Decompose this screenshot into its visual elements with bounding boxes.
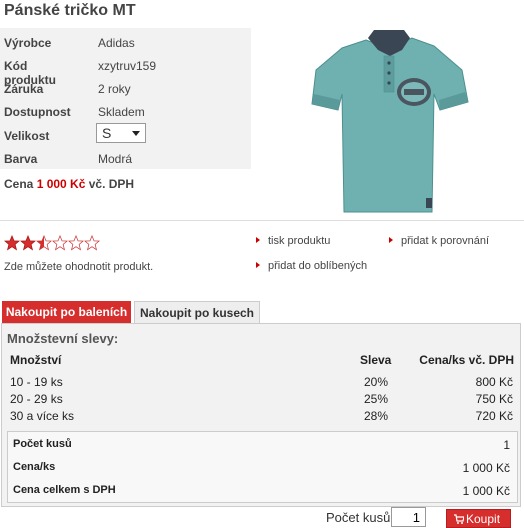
size-select[interactable]: S (96, 123, 146, 143)
summary-unit-price-value: 1 000 Kč (462, 461, 510, 475)
buy-button-label: Koupit (466, 512, 501, 526)
chevron-down-icon (132, 131, 140, 136)
discount-row-qty: 10 - 19 ks (10, 375, 63, 389)
discount-row-qty: 20 - 29 ks (10, 392, 63, 406)
discount-row-price: 720 Kč (475, 409, 513, 423)
star-empty-icon[interactable] (52, 234, 68, 252)
spec-value: Skladem (98, 105, 145, 119)
cart-icon (454, 514, 464, 524)
col-header-price: Cena/ks vč. DPH (419, 353, 514, 367)
add-to-compare-link[interactable]: přidat k porovnání (389, 235, 489, 247)
star-empty-icon[interactable] (84, 234, 100, 252)
summary-count-label: Počet kusů (13, 438, 72, 450)
add-to-favorites-link[interactable]: přidat do oblíbených (256, 260, 367, 272)
order-summary: Počet kusů 1 Cena/ks 1 000 Kč Cena celke… (7, 431, 518, 503)
price-suffix: vč. DPH (88, 177, 135, 191)
product-title: Pánské tričko MT (4, 2, 136, 19)
discount-row-price: 750 Kč (475, 392, 513, 406)
link-label: přidat do oblíbených (268, 260, 368, 272)
rating-hint: Zde můžete ohodnotit produkt. (4, 261, 154, 273)
price-line: Cena 1 000 Kč vč. DPH (4, 177, 134, 191)
rating-stars[interactable] (4, 234, 100, 252)
col-header-discount: Sleva (360, 353, 392, 367)
discount-title: Množstevní slevy: (7, 331, 119, 346)
spec-value: Adidas (98, 36, 135, 50)
spec-label: Barva (4, 152, 38, 166)
col-header-quantity: Množství (10, 353, 62, 367)
summary-total-value: 1 000 Kč (462, 484, 510, 498)
spec-label: Výrobce (4, 36, 52, 50)
link-label: tisk produktu (268, 235, 331, 247)
spec-label: Záruka (4, 82, 44, 96)
arrow-right-icon (256, 262, 260, 269)
product-image[interactable] (308, 26, 474, 218)
section-divider (0, 220, 524, 221)
star-filled-icon[interactable] (20, 234, 36, 252)
spec-value: 2 roky (98, 82, 131, 96)
star-half-icon[interactable] (36, 234, 52, 252)
quantity-input[interactable] (391, 507, 426, 527)
arrow-right-icon (256, 237, 260, 244)
size-select-value: S (102, 125, 112, 141)
buy-button[interactable]: Koupit (446, 509, 511, 528)
arrow-right-icon (389, 237, 393, 244)
tab-buy-by-packages[interactable]: Nakoupit po baleních (2, 301, 131, 324)
spec-value: Modrá (98, 152, 133, 166)
discount-row-discount: 25% (364, 392, 389, 406)
price-label: Cena (4, 177, 34, 191)
spec-label: Velikost (4, 129, 50, 143)
star-filled-icon[interactable] (4, 234, 20, 252)
discount-row-price: 800 Kč (475, 375, 513, 389)
summary-total-label: Cena celkem s DPH (13, 484, 116, 496)
tab-buy-by-pieces[interactable]: Nakoupit po kusech (134, 301, 260, 324)
discount-row-discount: 28% (364, 409, 389, 423)
summary-unit-price-label: Cena/ks (13, 461, 56, 473)
star-empty-icon[interactable] (68, 234, 84, 252)
spec-label: Dostupnost (4, 105, 71, 119)
price-value: 1 000 Kč (36, 177, 86, 191)
spec-value: xzytruv159 (98, 59, 157, 73)
print-product-link[interactable]: tisk produktu (256, 235, 330, 247)
summary-count-value: 1 (503, 438, 510, 452)
quantity-label: Počet kusů (326, 510, 391, 525)
product-spec-panel: Výrobce Adidas Kód produktu xzytruv159 Z… (0, 28, 251, 169)
link-label: přidat k porovnání (401, 235, 490, 247)
discount-row-qty: 30 a více ks (10, 409, 75, 423)
quantity-discount-panel: Množstevní slevy: Množství Sleva Cena/ks… (1, 323, 521, 507)
discount-row-discount: 20% (364, 375, 389, 389)
